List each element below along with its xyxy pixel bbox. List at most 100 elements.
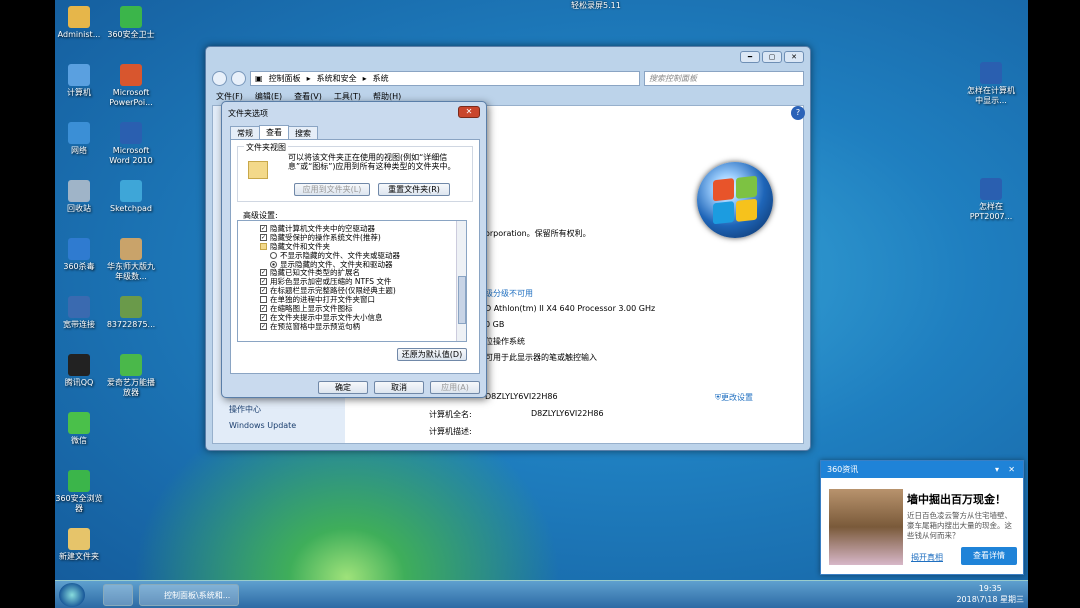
checkbox[interactable]: ✓ [260, 322, 267, 330]
breadcrumb-item[interactable]: 控制面板 [269, 73, 301, 84]
app-icon [68, 180, 90, 202]
setting-row[interactable]: ✓ 在预览窗格中显示预览句柄 [260, 322, 466, 331]
scrollbar-thumb[interactable] [458, 276, 466, 324]
os-type-value: 位操作系统 [485, 337, 525, 346]
setting-row[interactable]: 隐藏文件和文件夹 [260, 242, 466, 251]
desktop-icon[interactable]: 83722875... [105, 296, 157, 330]
news-title[interactable]: 墙中掘出百万现金！ [907, 491, 1006, 507]
taskbar: 控制面板\系统和... 19:35 2018\7\18 星期三 [55, 580, 1028, 608]
news-link[interactable]: 揭开真相 [911, 552, 943, 563]
desktop-icon[interactable]: 360安全卫士 [105, 6, 157, 40]
chevron-down-icon[interactable]: ▾ [995, 461, 999, 478]
rating-link[interactable]: 级分级不可用 [485, 288, 533, 299]
desktop-icon[interactable]: 新建文件夹 [55, 528, 105, 562]
news-header: 360资讯 ▾ ✕ [821, 461, 1023, 478]
breadcrumb-item[interactable]: 系统 [373, 73, 389, 84]
cancel-button[interactable]: 取消 [374, 381, 424, 394]
start-button[interactable] [59, 583, 85, 607]
setting-row[interactable]: ✓ 在缩略图上显示文件图标 [260, 304, 466, 313]
link-windows-update[interactable]: Windows Update [229, 421, 296, 430]
news-details-button[interactable]: 查看详情 [961, 547, 1017, 565]
app-icon [120, 354, 142, 376]
checkbox[interactable]: ✓ [260, 278, 267, 286]
desktop-icon[interactable]: 爱奇艺万能播放器 [105, 354, 157, 398]
setting-row[interactable]: ✓ 在标题栏显示完整路径(仅限经典主题) [260, 286, 466, 295]
desktop-icon[interactable]: 怎样在 PPT2007... [965, 178, 1017, 222]
reset-folders-button[interactable]: 重置文件夹(R) [378, 183, 450, 196]
forward-button[interactable] [231, 70, 246, 86]
checkbox[interactable]: ✓ [260, 224, 267, 232]
desktop-icon[interactable]: 微信 [55, 412, 105, 446]
apply-button[interactable]: 应用(A) [430, 381, 480, 394]
app-icon [68, 470, 90, 492]
advanced-settings-list[interactable]: ✓ 隐藏计算机文件夹中的空驱动器 ✓ 隐藏受保护的操作系统文件(推荐) 隐藏文件和文件夹… [237, 220, 467, 342]
checkbox[interactable]: ✓ [260, 233, 267, 241]
desktop-icon[interactable]: Microsoft Word 2010 [105, 122, 157, 166]
tab-view[interactable]: 查看 [259, 125, 289, 139]
radio-button[interactable] [270, 260, 277, 268]
taskbar-pinned-icon[interactable] [103, 584, 133, 606]
tab-general[interactable]: 常规 [230, 126, 260, 140]
setting-row[interactable]: ✓ 用彩色显示加密或压缩的 NTFS 文件 [260, 277, 466, 286]
setting-row[interactable]: ✓ 隐藏计算机文件夹中的空驱动器 [260, 224, 466, 233]
dialog-title: 文件夹选项 [228, 109, 268, 118]
desktop-icon[interactable]: 360杀毒 [55, 238, 105, 272]
desktop-icon[interactable]: 宽带连接 [55, 296, 105, 330]
taskbar-control-panel[interactable]: 控制面板\系统和... [139, 584, 239, 606]
ram-value: 0 GB [485, 320, 505, 329]
desktop-icon[interactable]: 腾讯QQ [55, 354, 105, 388]
desktop-icon[interactable]: 计算机 [55, 64, 105, 98]
setting-row[interactable]: ✓ 隐藏已知文件类型的扩展名 [260, 268, 466, 277]
radio-button[interactable] [270, 251, 277, 259]
checkbox[interactable]: ✓ [260, 287, 267, 295]
desktop-icon[interactable]: Sketchpad [105, 180, 157, 214]
checkbox[interactable] [260, 296, 267, 304]
news-image[interactable] [829, 489, 903, 565]
desktop-icon-label: 华东师大版九年级数... [107, 262, 155, 281]
maximize-button[interactable]: ▢ [762, 51, 782, 63]
setting-row[interactable]: ✓ 在文件夹提示中显示文件大小信息 [260, 313, 466, 322]
checkbox[interactable]: ✓ [260, 313, 267, 321]
pen-value: 可用于此显示器的笔或触控输入 [485, 353, 597, 362]
minimize-button[interactable]: ━ [740, 51, 760, 63]
desktop-icon[interactable]: Microsoft PowerPoi... [105, 64, 157, 108]
help-icon[interactable]: ? [791, 106, 805, 120]
link-action-center[interactable]: 操作中心 [229, 404, 261, 415]
change-settings-link[interactable]: ⛨更改设置 [715, 392, 753, 403]
app-icon [68, 122, 90, 144]
dialog-tabs: 常规 查看 搜索 [230, 125, 318, 140]
desktop-icon-label: 微信 [71, 436, 87, 445]
setting-row[interactable]: 在单独的进程中打开文件夹窗口 [260, 295, 466, 304]
apply-to-folders-button[interactable]: 应用到文件夹(L) [294, 183, 370, 196]
back-button[interactable] [212, 70, 227, 86]
folder-options-dialog: 文件夹选项 ✕ 常规 查看 搜索 文件夹视图 可以将该文件夹正在使用的视图(例如… [221, 101, 487, 398]
dialog-close-button[interactable]: ✕ [458, 106, 480, 118]
desktop: 轻松录屏5.11 Administ... 360安全卫士 计算机 Microsoft … [55, 0, 1028, 608]
setting-row[interactable]: ✓ 隐藏受保护的操作系统文件(推荐) [260, 233, 466, 242]
restore-defaults-button[interactable]: 还原为默认值(D) [397, 348, 467, 361]
close-button[interactable]: ✕ [784, 51, 804, 63]
close-icon[interactable]: ✕ [1008, 461, 1015, 478]
desktop-icon[interactable]: 网络 [55, 122, 105, 156]
app-icon [68, 64, 90, 86]
checkbox[interactable]: ✓ [260, 304, 267, 312]
setting-label: 隐藏文件和文件夹 [270, 241, 330, 251]
search-input[interactable]: 搜索控制面板 [644, 70, 804, 86]
system-clock[interactable]: 19:35 2018\7\18 星期三 [956, 583, 1024, 605]
tab-search[interactable]: 搜索 [288, 126, 318, 140]
breadcrumb[interactable]: ▣ 控制面板 ▸ 系统和安全 ▸ 系统 [250, 70, 640, 86]
desktop-icon[interactable]: 360安全浏览器 [55, 470, 105, 514]
ok-button[interactable]: 确定 [318, 381, 368, 394]
setting-label: 隐藏受保护的操作系统文件(推荐) [270, 232, 381, 242]
desktop-icon[interactable]: 回收站 [55, 180, 105, 214]
breadcrumb-item[interactable]: 系统和安全 [317, 73, 357, 84]
scrollbar[interactable] [456, 221, 466, 341]
setting-row[interactable]: 不显示隐藏的文件、文件夹或驱动器 [260, 251, 466, 260]
windows-flag-icon [713, 175, 757, 225]
desktop-icon[interactable]: Administ... [55, 6, 105, 40]
checkbox[interactable]: ✓ [260, 269, 267, 277]
app-icon [68, 528, 90, 550]
desktop-icon-label: 腾讯QQ [64, 378, 94, 387]
desktop-icon[interactable]: 怎样在计算机中显示... [965, 62, 1017, 106]
desktop-icon[interactable]: 华东师大版九年级数... [105, 238, 157, 282]
